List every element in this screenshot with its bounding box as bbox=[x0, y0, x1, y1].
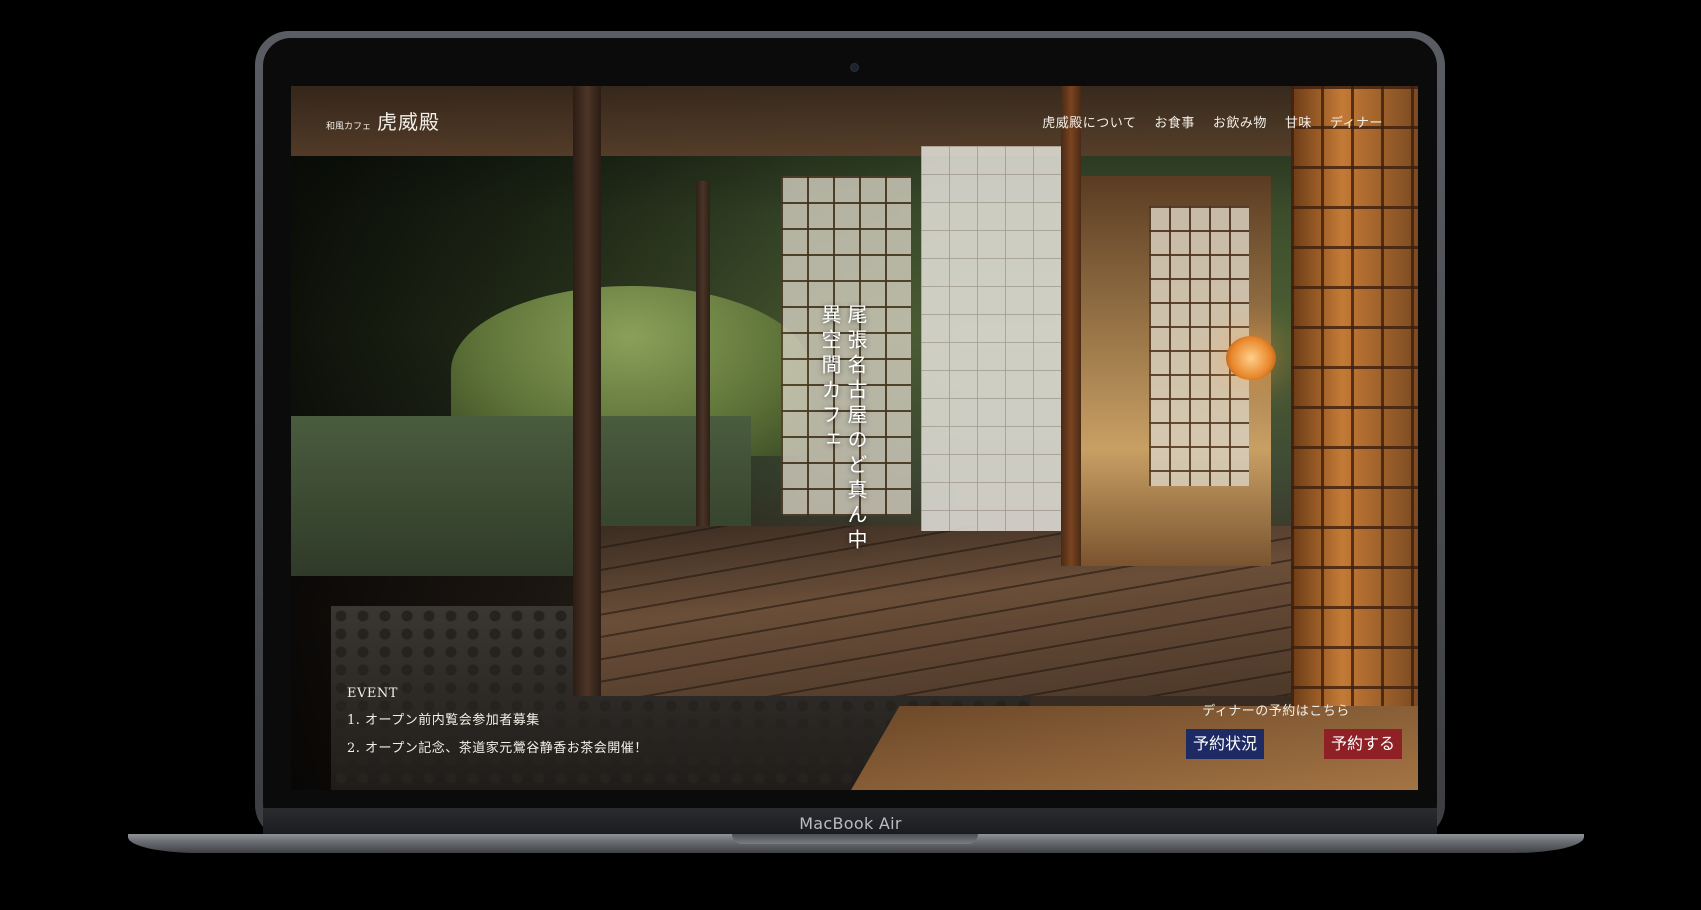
brand-tag: 和風カフェ bbox=[326, 122, 372, 132]
laptop-notch bbox=[732, 834, 978, 844]
device-model-label: MacBook Air bbox=[799, 814, 902, 833]
lattice-panel-right bbox=[1291, 86, 1418, 790]
nav-food[interactable]: お食事 bbox=[1154, 112, 1195, 131]
garden-hill bbox=[451, 286, 811, 456]
wooden-pillar bbox=[573, 86, 601, 696]
inner-room bbox=[1081, 176, 1271, 566]
nav-sweets[interactable]: 甘味 bbox=[1285, 112, 1312, 131]
nav-about[interactable]: 虎威殿について bbox=[1042, 112, 1136, 131]
event-item[interactable]: 2. オープン記念、茶道家元鶯谷静香お茶会開催！ bbox=[347, 737, 648, 756]
paper-lantern bbox=[1226, 336, 1276, 380]
shoji-screen-inner bbox=[1149, 206, 1249, 486]
site-logo[interactable]: 和風カフェ 虎威殿 bbox=[326, 106, 440, 135]
shoji-screen-center bbox=[921, 146, 1061, 531]
event-list: EVENT 1. オープン前内覧会参加者募集 2. オープン記念、茶道家元鶯谷静… bbox=[347, 686, 648, 765]
hero-tagline-line1: 尾張名古屋のど真ん中 bbox=[844, 304, 868, 554]
wooden-pillar-small bbox=[696, 181, 710, 526]
reservation-status-button[interactable]: 予約状況 bbox=[1186, 729, 1265, 759]
wooden-veranda bbox=[591, 526, 1418, 696]
garden-pond bbox=[291, 416, 751, 576]
hero-tagline: 尾張名古屋のど真ん中 異空間カフェ bbox=[809, 304, 869, 604]
hero-tagline-line2: 異空間カフェ bbox=[818, 304, 842, 454]
wooden-frame-post bbox=[1061, 86, 1081, 566]
event-heading: EVENT bbox=[347, 686, 398, 701]
dinner-reservation-prompt: ディナーの予約はこちら bbox=[1202, 704, 1350, 719]
nav-dinner[interactable]: ディナー bbox=[1330, 112, 1383, 131]
reserve-button[interactable]: 予約する bbox=[1324, 729, 1403, 759]
event-item[interactable]: 1. オープン前内覧会参加者募集 bbox=[347, 709, 648, 728]
website-screen: 和風カフェ 虎威殿 虎威殿について お食事 お飲み物 甘味 ディナー 尾張名古屋… bbox=[291, 86, 1418, 790]
camera-icon bbox=[851, 64, 858, 71]
main-nav: 虎威殿について お食事 お飲み物 甘味 ディナー bbox=[1042, 112, 1383, 131]
brand-name: 虎威殿 bbox=[377, 110, 441, 134]
nav-drinks[interactable]: お飲み物 bbox=[1213, 112, 1267, 131]
